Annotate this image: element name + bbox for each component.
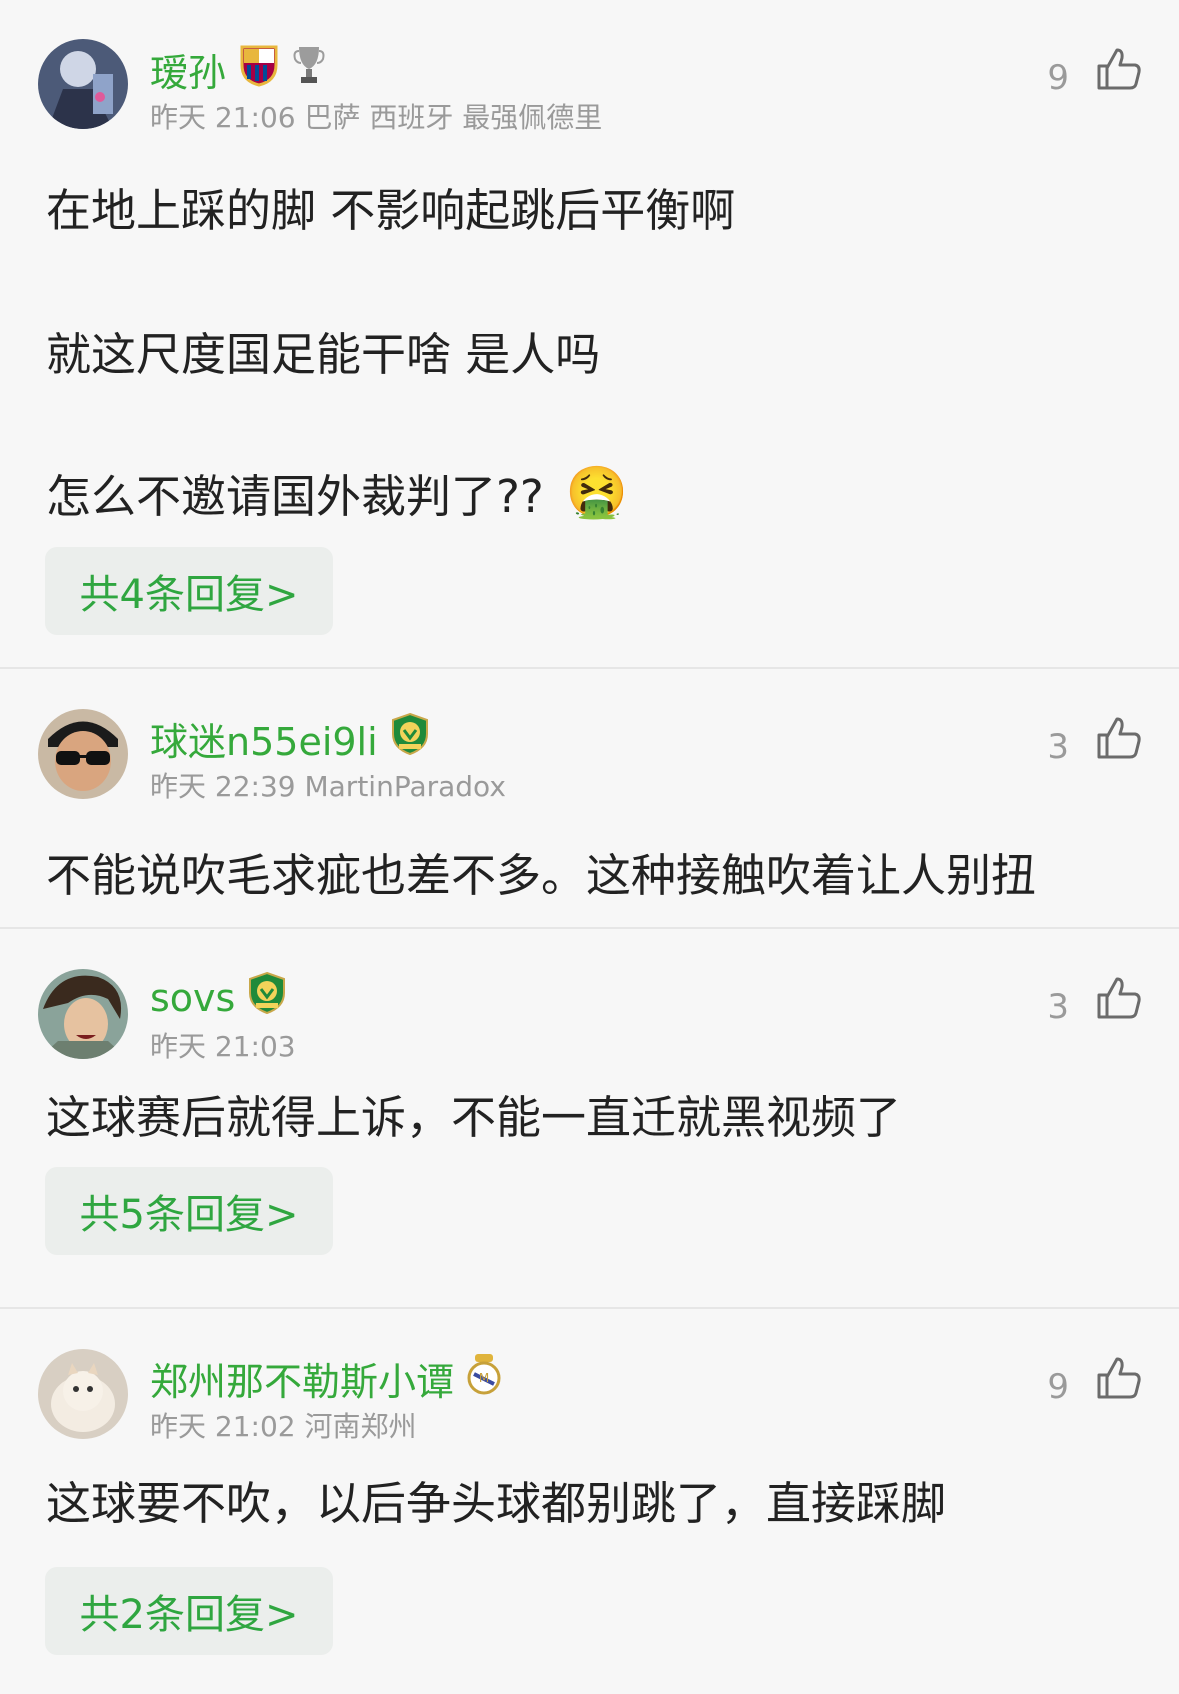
comment-text-line: 不能说吹毛求疵也差不多。这种接触吹着让人别扭 — [46, 849, 1037, 902]
comment-item: 瑷孙 昨天 21:06 巴萨 西班牙 最强佩德里 9 在地上踩的脚 不影响起跳后… — [0, 0, 1179, 667]
thumbs-up-icon[interactable] — [1095, 44, 1143, 92]
comment-meta: 昨天 21:03 — [150, 1030, 296, 1063]
comment-meta: 昨天 21:06 巴萨 西班牙 最强佩德里 — [150, 101, 603, 134]
view-replies-button[interactable]: 共5条回复> — [45, 1167, 333, 1255]
username[interactable]: 球迷n55ei9li — [150, 711, 430, 766]
comment-text-line: 这球赛后就得上诉，不能一直迁就黑视频了 — [46, 1091, 902, 1144]
username-text: sovs — [150, 975, 236, 1020]
real-madrid-crest-icon: M — [466, 1352, 502, 1405]
like-count: 3 — [1047, 987, 1069, 1027]
avatar[interactable] — [38, 709, 128, 799]
comment-text-line: 就这尺度国足能干啥 是人吗 — [46, 328, 601, 381]
comment-meta: 昨天 22:39 MartinParadox — [150, 770, 506, 803]
comment-item: 郑州那不勒斯小谭 M 昨天 21:02 河南郑州 9 这球要不吹，以后争头球都别… — [0, 1309, 1179, 1694]
like-count: 3 — [1047, 727, 1069, 767]
username-text: 郑州那不勒斯小谭 — [150, 1360, 455, 1404]
comment-meta: 昨天 21:02 河南郑州 — [150, 1410, 417, 1443]
vomiting-face-emoji: 🤮 — [565, 463, 629, 521]
like-count: 9 — [1047, 1367, 1069, 1407]
trophy-icon — [292, 43, 326, 96]
avatar[interactable] — [38, 969, 128, 1059]
comment-text-line: 怎么不邀请国外裁判了?? 🤮 — [46, 460, 628, 525]
username[interactable]: sovs — [150, 971, 287, 1024]
thumbs-up-icon[interactable] — [1095, 1353, 1143, 1401]
avatar[interactable] — [38, 1349, 128, 1439]
comment-text-line: 这球要不吹，以后争头球都别跳了，直接踩脚 — [46, 1477, 947, 1530]
username[interactable]: 瑷孙 — [150, 42, 326, 97]
username[interactable]: 郑州那不勒斯小谭 M — [150, 1351, 502, 1406]
like-count: 9 — [1047, 58, 1069, 98]
comment-item: 球迷n55ei9li 昨天 22:39 MartinParadox 3 不能说吹… — [0, 669, 1179, 927]
username-text: 球迷n55ei9li — [150, 720, 378, 764]
thumbs-up-icon[interactable] — [1095, 713, 1143, 761]
comment-item: sovs 昨天 21:03 3 这球赛后就得上诉，不能一直迁就黑视频了 共5条回… — [0, 929, 1179, 1307]
avatar[interactable] — [38, 39, 128, 129]
barcelona-crest-icon — [238, 43, 280, 96]
view-replies-button[interactable]: 共2条回复> — [45, 1567, 333, 1655]
view-replies-button[interactable]: 共4条回复> — [45, 547, 333, 635]
thumbs-up-icon[interactable] — [1095, 973, 1143, 1021]
username-text: 瑷孙 — [150, 51, 227, 95]
beijing-guoan-crest-icon — [390, 712, 430, 765]
svg-text:M: M — [479, 1371, 489, 1385]
comment-text: 怎么不邀请国外裁判了?? — [46, 470, 544, 523]
comment-text-line: 在地上踩的脚 不影响起跳后平衡啊 — [46, 184, 736, 237]
beijing-guoan-crest-icon — [247, 971, 287, 1024]
